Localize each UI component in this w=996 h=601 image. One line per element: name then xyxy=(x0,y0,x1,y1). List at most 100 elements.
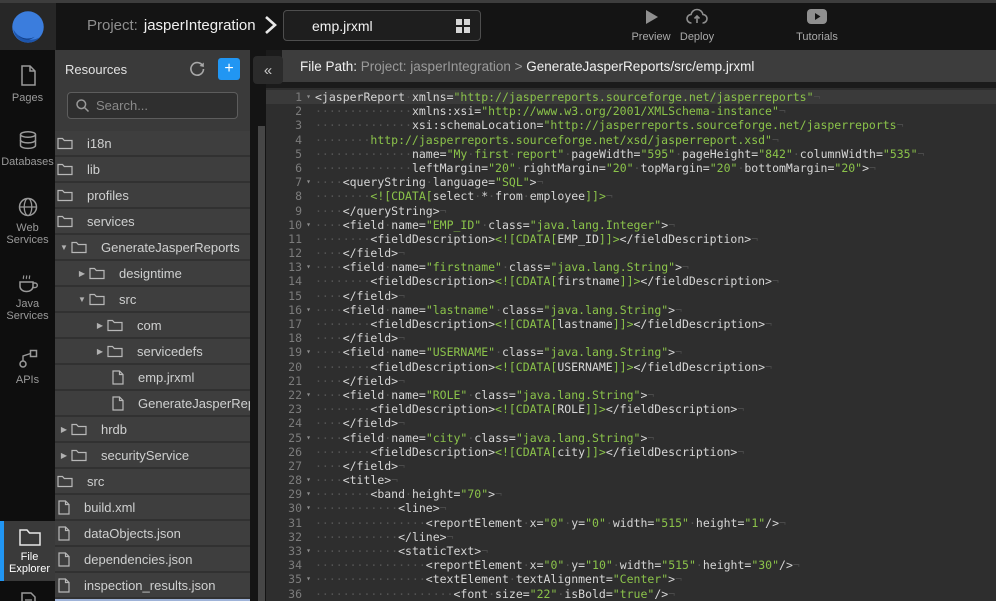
panel-splitter[interactable] xyxy=(258,126,265,601)
add-resource-button[interactable]: + xyxy=(218,58,240,80)
code-line-5[interactable]: 5··············name="My·first·report"·pa… xyxy=(266,147,996,161)
fold-toggle-icon[interactable]: ▾ xyxy=(302,260,315,274)
chevron-down-icon[interactable]: ▼ xyxy=(57,243,71,252)
fold-toggle-icon[interactable]: ▾ xyxy=(302,345,315,359)
sidebar-item-databases[interactable]: Databases xyxy=(0,124,55,174)
chevron-right-icon xyxy=(260,13,280,37)
tree-item-com[interactable]: ▶com xyxy=(55,313,250,337)
code-line-8[interactable]: 8········<![CDATA[select·*·from·employee… xyxy=(266,189,996,203)
tree-item-inspection-results-json[interactable]: inspection_results.json xyxy=(55,573,250,597)
code-line-15[interactable]: 15····</field>¬ xyxy=(266,289,996,303)
code-line-22[interactable]: 22▾····<field·name="ROLE"·class="java.la… xyxy=(266,388,996,402)
sidebar-item-web-services[interactable]: Web Services xyxy=(0,190,55,252)
collapse-panel-button[interactable]: « xyxy=(253,56,283,84)
tree-item-profiles[interactable]: profiles xyxy=(55,183,250,207)
refresh-button[interactable] xyxy=(186,58,208,80)
code-line-18[interactable]: 18····</field>¬ xyxy=(266,331,996,345)
code-line-25[interactable]: 25▾····<field·name="city"·class="java.la… xyxy=(266,431,996,445)
fold-toggle-icon[interactable]: ▾ xyxy=(302,473,315,487)
eol-marker: ¬ xyxy=(897,118,904,132)
code-line-23[interactable]: 23········<fieldDescription><![CDATA[ROL… xyxy=(266,402,996,416)
line-number: 36 xyxy=(266,587,302,601)
fold-toggle-icon[interactable]: ▾ xyxy=(302,572,315,586)
tree-item-lib[interactable]: lib xyxy=(55,157,250,181)
chevron-right-icon[interactable]: ▶ xyxy=(57,451,71,460)
fold-toggle-icon[interactable]: ▾ xyxy=(302,544,315,558)
fold-toggle-icon[interactable]: ▾ xyxy=(302,501,315,515)
code-line-29[interactable]: 29▾········<band·height="70">¬ xyxy=(266,487,996,501)
code-line-12[interactable]: 12····</field>¬ xyxy=(266,246,996,260)
code-line-13[interactable]: 13▾····<field·name="firstname"·class="ja… xyxy=(266,260,996,274)
chevron-right-icon[interactable]: ▶ xyxy=(93,347,107,356)
tree-item-servicedefs[interactable]: ▶servicedefs xyxy=(55,339,250,363)
chevron-right-icon[interactable]: ▶ xyxy=(57,425,71,434)
file-path-value: GenerateJasperReports/src/emp.jrxml xyxy=(526,59,754,74)
code-line-31[interactable]: 31················<reportElement·x="0"·y… xyxy=(266,516,996,530)
code-line-21[interactable]: 21····</field>¬ xyxy=(266,374,996,388)
code-line-4[interactable]: 4········http://jasperreports.sourceforg… xyxy=(266,133,996,147)
code-line-35[interactable]: 35▾················<textElement·textAlig… xyxy=(266,572,996,586)
eol-marker: ¬ xyxy=(398,331,405,345)
tree-item-services[interactable]: services xyxy=(55,209,250,233)
code-line-34[interactable]: 34················<reportElement·x="0"·y… xyxy=(266,558,996,572)
tree-item-generatejasperreports[interactable]: ▼GenerateJasperReports xyxy=(55,235,250,259)
deploy-button[interactable]: Deploy xyxy=(669,7,725,43)
eol-marker: ¬ xyxy=(495,487,502,501)
wavemaker-logo[interactable] xyxy=(0,3,56,50)
fold-toggle-icon[interactable]: ▾ xyxy=(302,175,315,189)
code-line-11[interactable]: 11········<fieldDescription><![CDATA[EMP… xyxy=(266,232,996,246)
tree-item-src[interactable]: ▼src xyxy=(55,287,250,311)
code-line-3[interactable]: 3··············xsi:schemaLocation="http:… xyxy=(266,118,996,132)
code-line-26[interactable]: 26········<fieldDescription><![CDATA[cit… xyxy=(266,445,996,459)
tree-item-src[interactable]: src xyxy=(55,469,250,493)
code-line-36[interactable]: 36····················<font·size="22"·is… xyxy=(266,587,996,601)
eol-marker: ¬ xyxy=(398,246,405,260)
tree-item-designtime[interactable]: ▶designtime xyxy=(55,261,250,285)
tree-item-dataobjects-json[interactable]: dataObjects.json xyxy=(55,521,250,545)
chevron-right-icon[interactable]: ▶ xyxy=(93,321,107,330)
code-line-19[interactable]: 19▾····<field·name="USERNAME"·class="jav… xyxy=(266,345,996,359)
sidebar-item-file-explorer[interactable]: File Explorer xyxy=(0,521,55,581)
tree-item-emp-jrxml[interactable]: emp.jrxml xyxy=(55,365,250,389)
code-line-16[interactable]: 16▾····<field·name="lastname"·class="jav… xyxy=(266,303,996,317)
search-input[interactable] xyxy=(67,92,238,119)
chevron-down-icon[interactable]: ▼ xyxy=(75,295,89,304)
code-line-14[interactable]: 14········<fieldDescription><![CDATA[fir… xyxy=(266,274,996,288)
code-line-28[interactable]: 28▾····<title>¬ xyxy=(266,473,996,487)
tree-item-dependencies-json[interactable]: dependencies.json xyxy=(55,547,250,571)
sidebar-item-logs[interactable]: Logs xyxy=(0,585,55,601)
code-line-1[interactable]: 1▾<jasperReport·xmlns="http://jasperrepo… xyxy=(266,90,996,104)
sidebar-item-java-services[interactable]: Java Services xyxy=(0,264,55,328)
fold-toggle-icon[interactable]: ▾ xyxy=(302,218,315,232)
fold-toggle-icon[interactable]: ▾ xyxy=(302,303,315,317)
tree-item-securityservice[interactable]: ▶securityService xyxy=(55,443,250,467)
code-line-7[interactable]: 7▾····<queryString·language="SQL">¬ xyxy=(266,175,996,189)
fold-toggle-icon[interactable]: ▾ xyxy=(302,90,315,104)
code-editor[interactable]: 1▾<jasperReport·xmlns="http://jasperrepo… xyxy=(266,88,996,601)
code-line-17[interactable]: 17········<fieldDescription><![CDATA[las… xyxy=(266,317,996,331)
sidebar-item-pages[interactable]: Pages xyxy=(0,58,55,110)
tutorials-button[interactable]: Tutorials xyxy=(789,7,845,43)
fold-toggle-icon[interactable]: ▾ xyxy=(302,388,315,402)
code-line-20[interactable]: 20········<fieldDescription><![CDATA[USE… xyxy=(266,360,996,374)
tree-item-hrdb[interactable]: ▶hrdb xyxy=(55,417,250,441)
tree-item-i18n[interactable]: i18n xyxy=(55,131,250,155)
eol-marker: ¬ xyxy=(398,459,405,473)
code-line-2[interactable]: 2··············xmlns:xsi="http://www.w3.… xyxy=(266,104,996,118)
fold-toggle-icon[interactable]: ▾ xyxy=(302,431,315,445)
fold-toggle-icon[interactable]: ▾ xyxy=(302,487,315,501)
tree-item-generatejasperreports-s[interactable]: GenerateJasperReports.s xyxy=(55,391,250,415)
code-line-24[interactable]: 24····</field>¬ xyxy=(266,416,996,430)
code-line-33[interactable]: 33▾············<staticText>¬ xyxy=(266,544,996,558)
tree-item-build-xml[interactable]: build.xml xyxy=(55,495,250,519)
code-line-27[interactable]: 27····</field>¬ xyxy=(266,459,996,473)
code-line-10[interactable]: 10▾····<field·name="EMP_ID"·class="java.… xyxy=(266,218,996,232)
open-file-tab[interactable]: emp.jrxml xyxy=(283,10,481,41)
chevron-right-icon[interactable]: ▶ xyxy=(75,269,89,278)
code-line-30[interactable]: 30▾············<line>¬ xyxy=(266,501,996,515)
sidebar-item-apis[interactable]: APIs xyxy=(0,342,55,392)
grid-icon[interactable] xyxy=(456,19,470,33)
code-line-32[interactable]: 32············</line>¬ xyxy=(266,530,996,544)
code-line-6[interactable]: 6··············leftMargin="20"·rightMarg… xyxy=(266,161,996,175)
code-line-9[interactable]: 9····</queryString>¬ xyxy=(266,204,996,218)
